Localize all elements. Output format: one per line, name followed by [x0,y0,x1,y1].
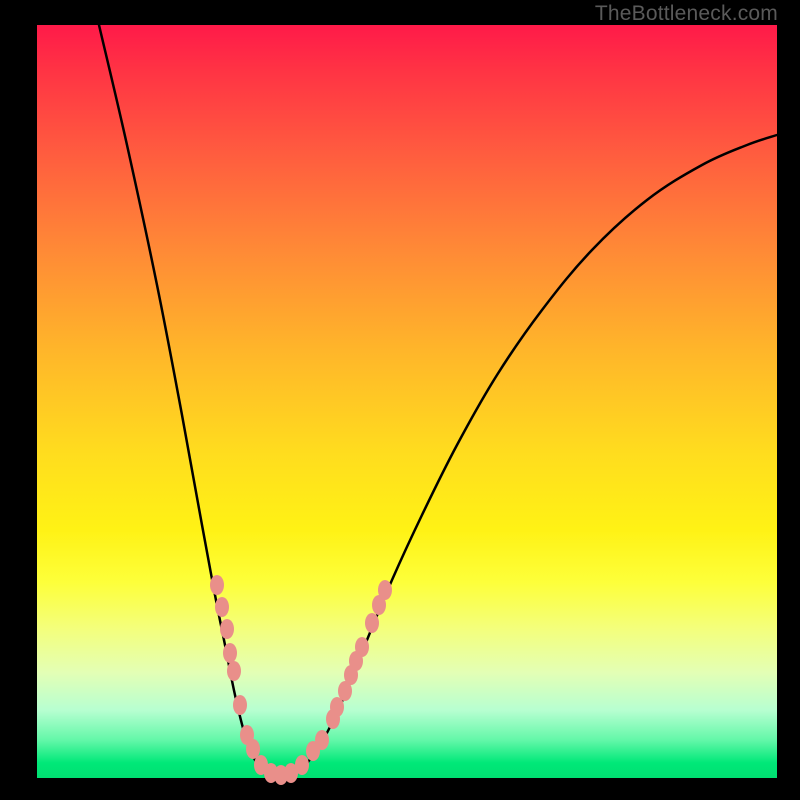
chart-svg [37,25,777,778]
plot-area [37,25,777,778]
watermark-text: TheBottleneck.com [595,2,778,26]
data-marker [378,580,392,600]
data-marker [315,730,329,750]
data-marker [220,619,234,639]
data-markers [210,575,392,785]
data-marker [355,637,369,657]
chart-frame: TheBottleneck.com [0,0,800,800]
bottleneck-curve [99,25,777,777]
data-marker [215,597,229,617]
data-marker [365,613,379,633]
data-marker [233,695,247,715]
data-marker [246,739,260,759]
data-marker [295,755,309,775]
data-marker [227,661,241,681]
data-marker [223,643,237,663]
data-marker [330,697,344,717]
data-marker [210,575,224,595]
